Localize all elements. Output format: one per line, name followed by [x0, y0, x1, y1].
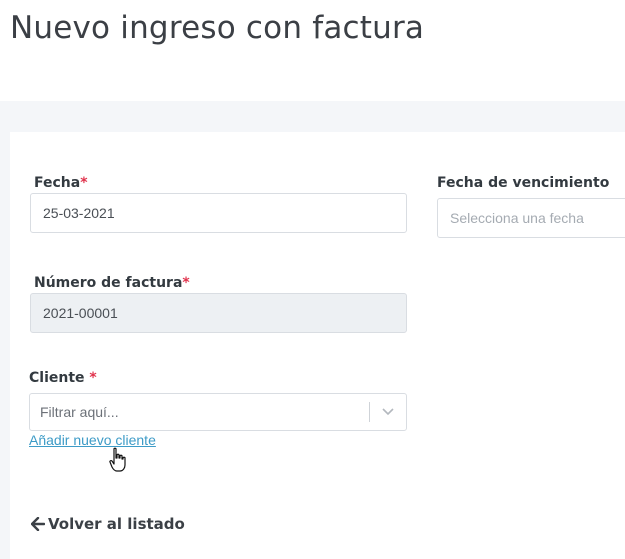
fecha-label: Fecha* [34, 175, 88, 191]
cliente-label-text: Cliente [29, 370, 85, 386]
numero-factura-input: 2021-00001 [30, 293, 407, 333]
required-mark: * [80, 175, 88, 191]
numero-factura-label-text: Número de factura [34, 275, 183, 291]
fecha-value: 25-03-2021 [43, 205, 115, 221]
required-mark: * [182, 275, 190, 291]
fecha-label-text: Fecha [34, 175, 81, 191]
cliente-label: Cliente * [29, 370, 97, 386]
hand-pointer-icon [109, 447, 127, 477]
numero-factura-label: Número de factura* [34, 275, 190, 291]
fecha-vencimiento-input[interactable]: Selecciona una fecha [437, 198, 625, 238]
back-to-list-button[interactable]: Volver al listado [31, 515, 185, 533]
add-new-client-link[interactable]: Añadir nuevo cliente [29, 432, 156, 448]
back-label: Volver al listado [48, 515, 185, 533]
cliente-select[interactable]: Filtrar aquí... [29, 393, 407, 431]
required-mark: * [89, 370, 97, 386]
page: Nuevo ingreso con factura Fecha* 25-03-2… [0, 0, 625, 559]
fecha-input[interactable]: 25-03-2021 [30, 193, 407, 233]
cliente-placeholder: Filtrar aquí... [40, 404, 119, 420]
fecha-vencimiento-label: Fecha de vencimiento [437, 175, 609, 191]
fecha-vencimiento-label-text: Fecha de vencimiento [437, 175, 610, 191]
chevron-down-icon[interactable] [370, 408, 406, 416]
arrow-left-icon [31, 517, 45, 531]
numero-factura-value: 2021-00001 [43, 305, 118, 321]
page-title: Nuevo ingreso con factura [10, 10, 425, 46]
fecha-vencimiento-placeholder: Selecciona una fecha [450, 210, 584, 226]
